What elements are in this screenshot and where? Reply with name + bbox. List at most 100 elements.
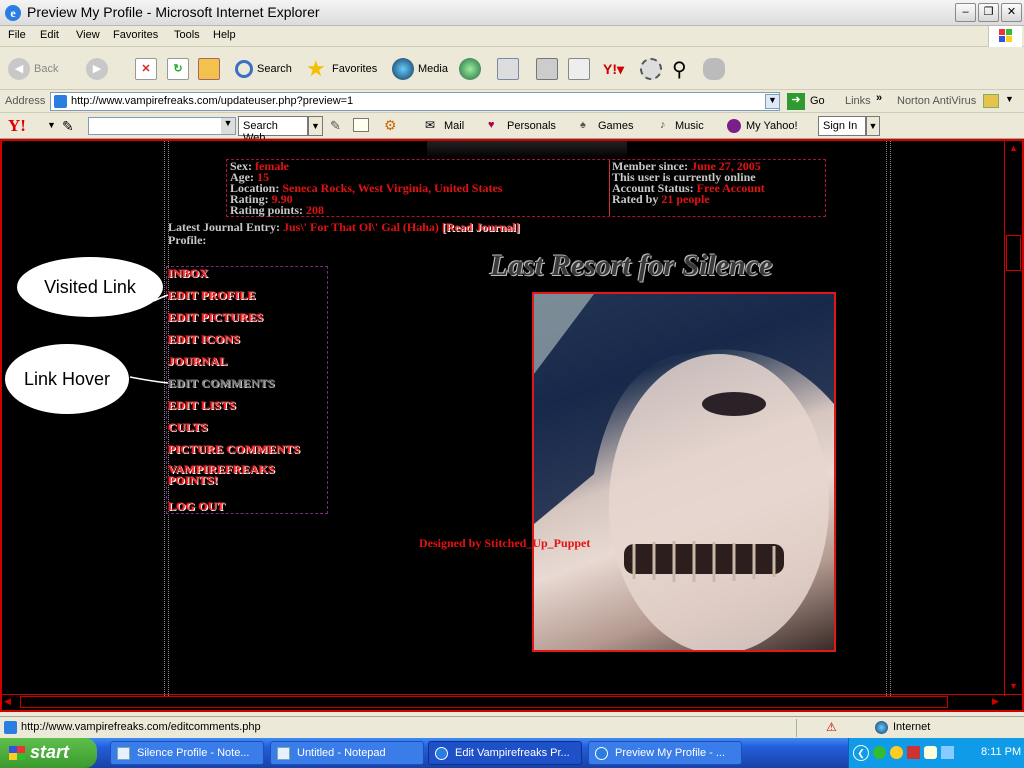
scroll-down-icon[interactable]: ▼ <box>1007 681 1020 694</box>
points-value: 208 <box>306 203 325 217</box>
research-button[interactable] <box>703 56 729 82</box>
journal-line: Latest Journal Entry: Jus\' For That Ol\… <box>168 220 520 235</box>
start-button[interactable]: start <box>0 738 97 768</box>
tray-norton-icon[interactable] <box>907 746 920 759</box>
address-input[interactable]: http://www.vampirefreaks.com/updateuser.… <box>50 92 780 111</box>
task-silence-profile[interactable]: Silence Profile - Note... <box>110 741 264 765</box>
highlight-icon[interactable]: ✎ <box>330 118 341 134</box>
links-button[interactable]: Links <box>845 95 871 107</box>
standard-toolbar: ◀ Back ▶ ✕ ↻ Search ★ Favorites Media Y!… <box>0 48 1024 90</box>
restore-button[interactable]: ❐ <box>978 3 999 22</box>
nav-cults[interactable]: CULTS <box>168 420 208 435</box>
menu-edit[interactable]: Edit <box>40 29 59 41</box>
minimize-button[interactable]: – <box>955 3 976 22</box>
yahoo-logo[interactable]: Y! <box>8 116 26 136</box>
games-icon: ♠ <box>580 119 586 131</box>
stop-button[interactable]: ✕ <box>135 56 161 82</box>
task-untitled-notepad-label: Untitled - Notepad <box>297 747 386 759</box>
task-preview-my-profile[interactable]: Preview My Profile - ... <box>588 741 742 765</box>
yahoo-messenger-button[interactable]: Y!▾ <box>603 56 624 82</box>
address-dropdown-icon[interactable]: ▼ <box>765 94 780 109</box>
nav-log-out[interactable]: LOG OUT <box>168 499 225 514</box>
notepad-icon <box>117 747 130 760</box>
antispy-icon[interactable]: ⚙ <box>384 117 397 134</box>
yahoo-mail-button[interactable]: Mail <box>444 120 464 132</box>
menu-view[interactable]: View <box>76 29 100 41</box>
address-label: Address <box>5 95 46 107</box>
task-preview-my-profile-label: Preview My Profile - ... <box>615 747 726 759</box>
menu-help[interactable]: Help <box>213 29 236 41</box>
tray-volume-icon[interactable] <box>924 746 937 759</box>
go-arrow-icon[interactable]: ➜ <box>787 93 805 110</box>
designed-by: Designed by Stitched_Up_Puppet <box>419 536 591 550</box>
favorites-button[interactable]: ★ Favorites <box>306 56 377 82</box>
discuss-button[interactable] <box>640 56 666 82</box>
vertical-scrollbar[interactable]: ▲ ▼ <box>1004 141 1022 696</box>
read-journal-link[interactable]: [Read Journal] <box>442 220 520 234</box>
menu-tools[interactable]: Tools <box>174 29 200 41</box>
edit-button[interactable] <box>568 56 594 82</box>
clock[interactable]: 8:11 PM <box>981 746 1021 758</box>
horizontal-scroll-thumb[interactable] <box>20 696 948 708</box>
messenger-button[interactable]: ⚲ <box>672 56 687 82</box>
back-arrow-icon: ◀ <box>8 58 30 80</box>
mail-envelope-icon: ✉ <box>425 118 436 132</box>
print-button[interactable] <box>536 56 562 82</box>
home-button[interactable] <box>198 56 224 82</box>
media-button[interactable]: Media <box>392 56 448 82</box>
task-silence-profile-label: Silence Profile - Note... <box>137 747 250 759</box>
norton-icon[interactable] <box>983 94 999 108</box>
horizontal-scrollbar[interactable]: ◀ ▶ <box>2 694 1022 710</box>
window-title: Preview My Profile - Microsoft Internet … <box>27 4 320 20</box>
scroll-left-icon[interactable]: ◀ <box>4 696 11 707</box>
my-yahoo-button[interactable]: My Yahoo! <box>746 120 798 132</box>
vertical-scroll-thumb[interactable] <box>1006 235 1021 271</box>
tray-network-icon[interactable] <box>873 746 886 759</box>
menu-favorites[interactable]: Favorites <box>113 29 158 41</box>
info-divider <box>609 160 610 216</box>
nav-vampirefreaks-points[interactable]: VAMPIREFREAKS POINTS! <box>168 463 298 486</box>
search-button[interactable]: Search <box>235 56 292 82</box>
forward-button[interactable]: ▶ <box>86 56 112 82</box>
norton-antivirus[interactable]: Norton AntiVirus <box>897 95 976 107</box>
yahoo-search-input[interactable] <box>88 117 236 135</box>
tray-collapse-icon[interactable]: ❮ <box>853 745 869 761</box>
go-button[interactable]: Go <box>810 95 825 107</box>
page-icon <box>54 95 67 108</box>
rated-by-value: 21 people <box>661 192 710 206</box>
pencil-icon[interactable]: ✎ <box>62 118 74 135</box>
task-untitled-notepad[interactable]: Untitled - Notepad <box>270 741 424 765</box>
forward-arrow-icon: ▶ <box>86 58 108 80</box>
close-button[interactable]: ✕ <box>1001 3 1022 22</box>
back-button[interactable]: ◀ Back <box>8 56 58 82</box>
task-edit-vampirefreaks[interactable]: Edit Vampirefreaks Pr... <box>428 741 582 765</box>
chevron-icon[interactable]: » <box>876 92 882 104</box>
norton-dropdown-icon[interactable]: ▼ <box>1005 94 1014 104</box>
tray-messenger-icon[interactable] <box>890 746 903 759</box>
refresh-button[interactable]: ↻ <box>167 56 193 82</box>
search-web-dropdown-icon[interactable]: ▼ <box>308 116 323 136</box>
notepad-icon <box>277 747 290 760</box>
yahoo-games-button[interactable]: Games <box>598 120 633 132</box>
yahoo-music-button[interactable]: Music <box>675 120 704 132</box>
scroll-right-icon[interactable]: ▶ <box>992 696 999 707</box>
menu-bar: File Edit View Favorites Tools Help <box>0 26 1024 47</box>
sign-in-button[interactable]: Sign In <box>818 116 866 136</box>
popup-blocker-icon[interactable] <box>353 118 369 132</box>
search-web-button[interactable]: Search Web <box>238 116 308 144</box>
yahoo-dropdown-icon[interactable]: ▼ <box>47 120 56 130</box>
scroll-up-icon[interactable]: ▲ <box>1007 143 1020 156</box>
sign-in-dropdown-icon[interactable]: ▼ <box>866 116 880 136</box>
mail-button[interactable] <box>497 56 523 82</box>
chat-bubble-icon <box>703 58 725 80</box>
music-icon: ♪ <box>660 119 666 131</box>
history-button[interactable] <box>459 56 485 82</box>
popup-blocked-icon: ⚠ <box>826 720 837 734</box>
yahoo-personals-button[interactable]: Personals <box>507 120 556 132</box>
tray-display-icon[interactable] <box>941 746 954 759</box>
nav-picture-comments[interactable]: PICTURE COMMENTS <box>168 442 300 457</box>
ie-task-icon <box>595 747 608 760</box>
menu-file[interactable]: File <box>8 29 26 41</box>
journal-entry-link[interactable]: Jus\' For That Ol\' Gal (Haha) <box>283 220 439 234</box>
yahoo-search-dropdown-icon[interactable]: ▼ <box>221 118 235 134</box>
